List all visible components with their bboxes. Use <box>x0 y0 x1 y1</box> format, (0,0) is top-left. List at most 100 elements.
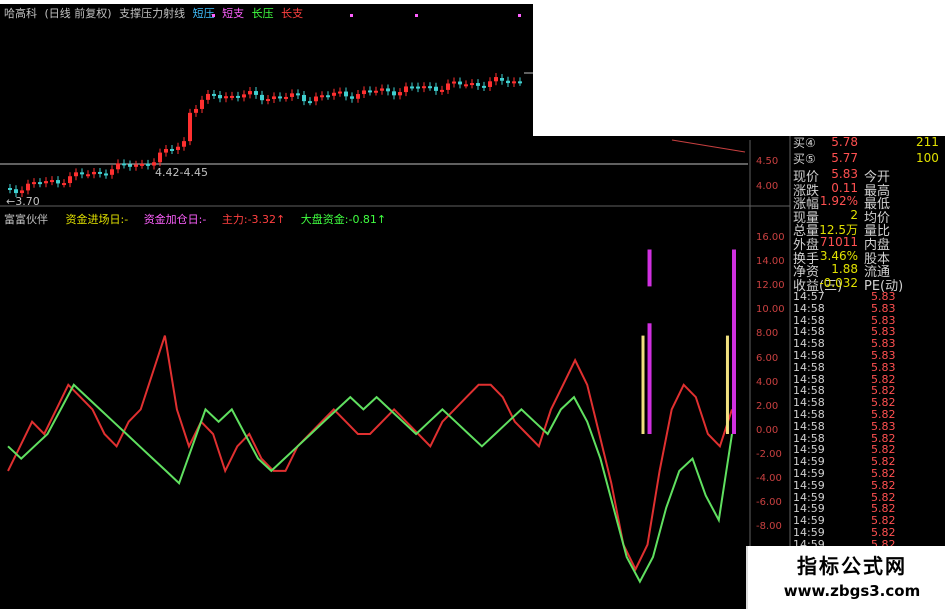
candle-body <box>452 81 456 84</box>
candle-body <box>170 148 174 151</box>
candle-body <box>260 94 264 101</box>
axis-tick-label: -6.00 <box>756 497 782 509</box>
candle-body <box>284 96 288 99</box>
candle-body <box>104 173 108 176</box>
top-marker-1 <box>350 14 353 17</box>
candle-body <box>14 189 18 194</box>
axis-tick-label: 4.00 <box>756 376 779 388</box>
candle-body <box>140 163 144 166</box>
candle-body <box>308 101 312 104</box>
candle-body <box>182 141 186 147</box>
candle-body <box>134 164 138 167</box>
candle-body <box>476 83 480 86</box>
candle-body <box>242 94 246 98</box>
candle-body <box>494 77 498 82</box>
axis-tick-label: -4.00 <box>756 473 782 484</box>
candle-body <box>50 180 54 183</box>
brand-name: 指标公式网 <box>797 554 907 578</box>
candle-body <box>218 95 222 99</box>
candle-body <box>158 152 162 163</box>
axis-tick-label: -8.00 <box>756 521 782 533</box>
candle-body <box>92 171 96 175</box>
axis-tick-label: -2.00 <box>756 448 782 460</box>
series-line-1 <box>7 383 733 584</box>
candle-body <box>512 81 516 84</box>
kline-long-support-ray <box>671 139 746 153</box>
candle-body <box>176 146 180 150</box>
candle-body <box>266 99 270 102</box>
candle-body <box>482 85 486 88</box>
candle-body <box>398 92 402 96</box>
candle-body <box>380 88 384 91</box>
market-fund-label: 大盘资金:-0.81↑ <box>300 213 387 226</box>
candle-body <box>356 94 360 99</box>
kline-axis-450: 4.50 <box>756 156 779 167</box>
candle-body <box>116 163 120 170</box>
candle-body <box>302 94 306 102</box>
fund-add-bar-1 <box>647 323 652 434</box>
candle-body <box>344 91 348 97</box>
candle-body <box>212 93 216 96</box>
axis-tick-label: 14.00 <box>756 256 785 268</box>
buy4-volume: 211 <box>916 135 939 149</box>
candle-body <box>368 90 372 93</box>
axis-tick-label: 6.00 <box>756 352 779 364</box>
candle-body <box>470 83 474 86</box>
candle-body <box>446 83 450 90</box>
fund-add-bar-2 <box>732 249 736 434</box>
candle-body <box>188 112 192 142</box>
candle-body <box>458 81 462 85</box>
candle-body <box>290 93 294 97</box>
buy5-volume: 100 <box>916 151 939 165</box>
candle-body <box>74 172 78 177</box>
candle-body <box>20 190 24 194</box>
candle-body <box>404 86 408 93</box>
candle-body <box>122 163 126 166</box>
candle-body <box>338 91 342 94</box>
candle-body <box>86 174 90 177</box>
candle-body <box>254 91 258 95</box>
fund-entry-bar-1 <box>725 335 729 434</box>
candle-body <box>440 89 444 92</box>
kline-axis-400: 4.00 <box>756 181 779 192</box>
candle-body <box>278 96 282 99</box>
candle-body <box>272 96 276 100</box>
candle-body <box>26 183 30 191</box>
candle-body <box>38 182 42 185</box>
candle-body <box>350 96 354 99</box>
candle-body <box>296 93 300 96</box>
fund-add-label: 资金加仓日:- <box>143 213 207 226</box>
candle-body <box>44 181 48 184</box>
indicator-title-bar: 富富伙伴 资金进场日:- 资金加仓日:- 主力:-3.32↑ 大盘资金:-0.8… <box>4 211 390 227</box>
candle-body <box>314 96 318 102</box>
candle-body <box>422 86 426 89</box>
candle-body <box>56 180 60 184</box>
axis-tick-label: 8.00 <box>756 328 779 340</box>
candle-body <box>464 84 468 87</box>
main-force-label: 主力:-3.32↑ <box>221 213 286 226</box>
candle-body <box>32 182 36 185</box>
candle-body <box>128 164 132 167</box>
candle-body <box>332 92 336 96</box>
axis-tick-label: 10.00 <box>756 304 785 316</box>
candle-body <box>80 172 84 175</box>
candle-body <box>428 86 432 89</box>
indicator-name-label[interactable]: 富富伙伴 <box>4 213 48 226</box>
axis-tick-label: 0.00 <box>756 424 779 436</box>
candle-body <box>98 171 102 174</box>
candle-body <box>506 80 510 84</box>
buy4-price: 5.78 <box>831 135 858 149</box>
top-marker-2 <box>415 14 418 17</box>
fund-entry-bar-0 <box>641 335 645 434</box>
candle-body <box>8 188 12 190</box>
top-marker-3 <box>518 14 521 17</box>
candle-body <box>518 81 522 84</box>
brand-url: www.zbgs3.com <box>783 582 921 600</box>
candle-body <box>248 91 252 95</box>
candle-body <box>392 91 396 96</box>
axis-tick-label: 2.00 <box>756 400 779 412</box>
candle-body <box>194 108 198 113</box>
quote-value: -0.032 <box>819 275 858 290</box>
candle-body <box>410 86 414 89</box>
brand-watermark: 指标公式网 www.zbgs3.com <box>746 546 945 609</box>
